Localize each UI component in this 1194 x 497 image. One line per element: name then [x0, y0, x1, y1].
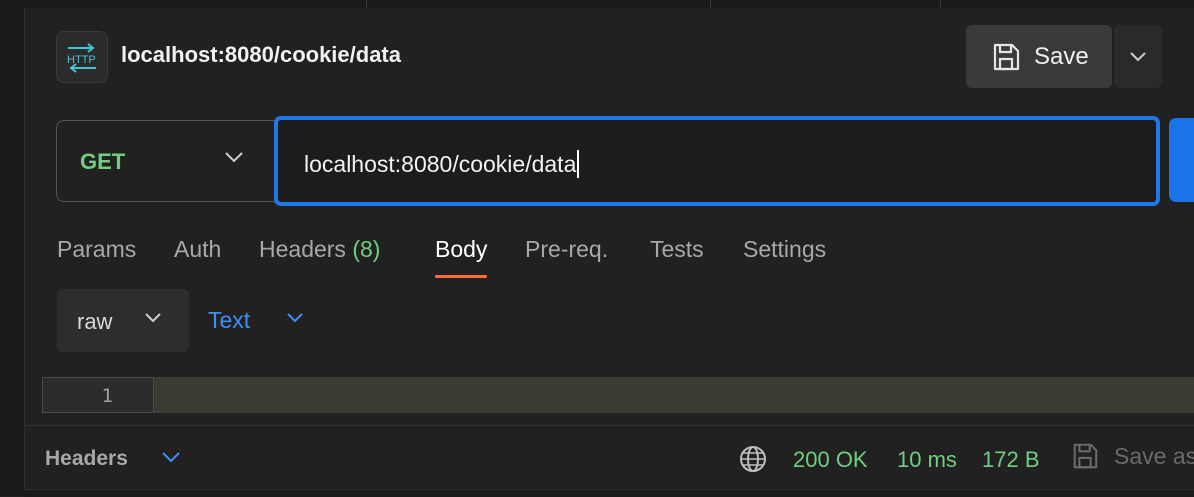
body-format-select[interactable]: Text	[208, 307, 303, 334]
tab-bar-segment[interactable]	[368, 0, 711, 8]
save-response-label: Save as	[1114, 442, 1194, 469]
http-icon-label: HTTP	[67, 54, 96, 66]
url-value: localhost:8080/cookie/data	[304, 151, 577, 177]
chevron-down-icon[interactable]	[160, 449, 182, 465]
tab-pre-request[interactable]: Pre-req.	[525, 236, 608, 263]
tab-tests[interactable]: Tests	[650, 236, 704, 263]
tab-bar-segment[interactable]	[24, 0, 367, 8]
save-response-button[interactable]: Save as	[1070, 441, 1194, 471]
tab-headers[interactable]: Headers (8)	[259, 236, 380, 263]
line-number-gutter: 1	[42, 377, 154, 413]
tab-bar-segment[interactable]	[712, 0, 941, 8]
line-number: 1	[101, 385, 113, 407]
url-input[interactable]: localhost:8080/cookie/data	[274, 116, 1160, 206]
save-options-button[interactable]	[1114, 25, 1162, 88]
response-status[interactable]: 200 OK	[793, 447, 868, 473]
chevron-down-icon	[287, 313, 303, 323]
method-value: GET	[80, 149, 126, 174]
chevron-down-icon	[145, 313, 161, 323]
request-title: localhost:8080/cookie/data	[121, 42, 401, 67]
body-editor[interactable]: 1	[42, 377, 1194, 413]
save-button-label: Save	[1034, 42, 1089, 70]
save-icon	[1073, 443, 1098, 469]
method-select[interactable]: GET	[56, 120, 276, 202]
chevron-down-icon	[1130, 51, 1146, 61]
tab-auth[interactable]: Auth	[174, 236, 221, 263]
globe-icon[interactable]	[738, 444, 768, 474]
tab-bar-strip	[24, 0, 1194, 8]
tab-params[interactable]: Params	[57, 236, 136, 263]
save-button[interactable]: Save	[966, 25, 1112, 88]
text-cursor	[577, 150, 580, 178]
body-mode-select[interactable]: raw	[57, 289, 189, 352]
response-section-title[interactable]: Headers	[45, 447, 128, 471]
http-icon: HTTP	[67, 43, 96, 73]
send-button[interactable]	[1169, 118, 1194, 202]
tab-settings[interactable]: Settings	[743, 236, 826, 263]
response-time[interactable]: 10 ms	[897, 447, 957, 473]
headers-count: (8)	[352, 236, 381, 262]
body-format-value: Text	[208, 307, 251, 333]
chevron-down-icon	[225, 152, 243, 163]
response-divider[interactable]	[24, 425, 1194, 426]
tab-body[interactable]: Body	[435, 236, 488, 278]
body-mode-value: raw	[77, 309, 113, 334]
response-size[interactable]: 172 B	[982, 447, 1040, 473]
save-icon	[993, 43, 1020, 70]
left-sidebar-edge	[0, 0, 25, 496]
http-request-icon: HTTP	[56, 31, 108, 83]
